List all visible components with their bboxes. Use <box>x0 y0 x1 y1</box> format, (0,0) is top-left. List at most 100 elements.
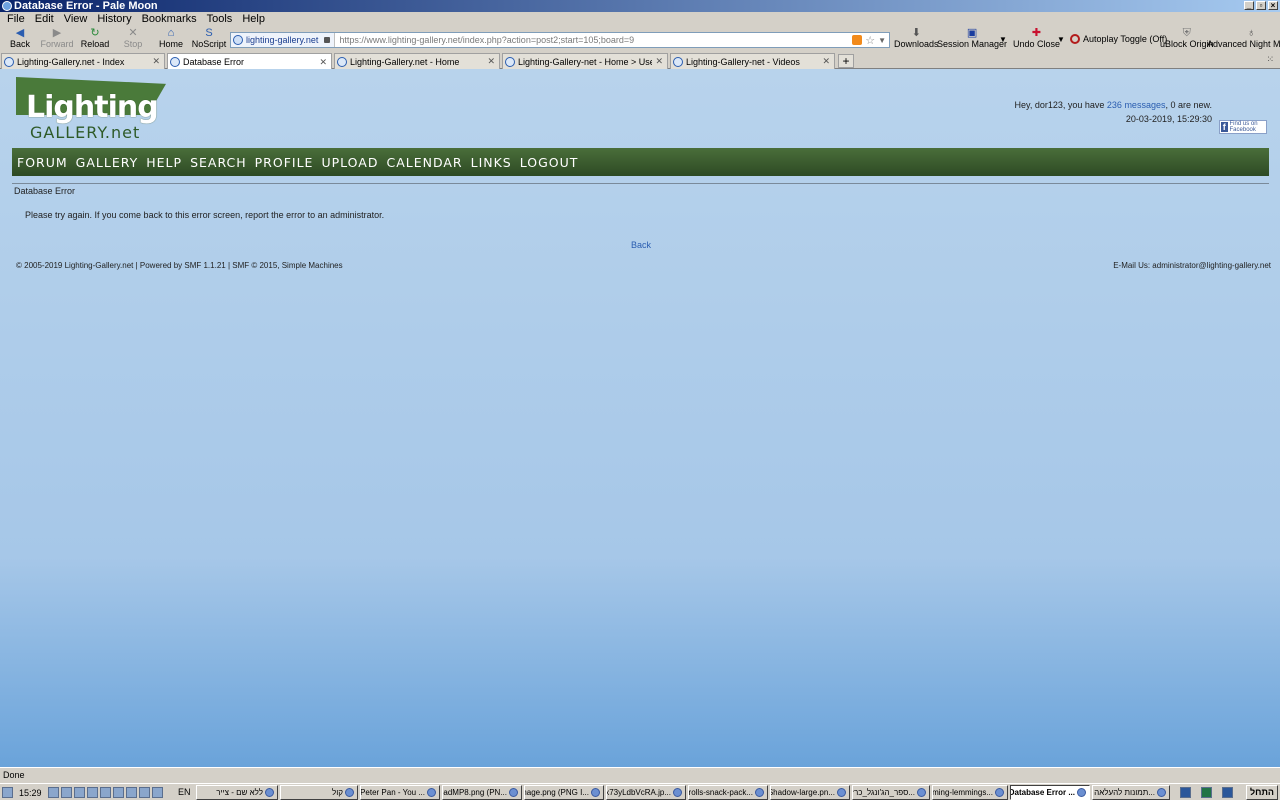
list-all-tabs-icon[interactable]: ⁙ <box>1266 54 1274 65</box>
rss-feed-icon[interactable] <box>852 35 863 45</box>
network-icon[interactable] <box>73 787 85 798</box>
status-bar: Done <box>0 767 1280 783</box>
task-upload-images[interactable]: תמונות להעלאה לא... <box>1092 785 1170 800</box>
task-database-error[interactable]: Database Error ... <box>1010 785 1090 800</box>
page-content: Lighting GALLERY.net Hey, dor123, you ha… <box>0 69 1280 767</box>
nav-profile[interactable]: PROFILE <box>255 155 314 170</box>
close-button[interactable]: × <box>1268 1 1278 10</box>
tab-database-error[interactable]: Database Error ✕ <box>167 53 332 70</box>
minimize-button[interactable]: _ <box>1244 1 1254 10</box>
undo-close-dropdown-icon[interactable]: ▼ <box>1057 35 1065 44</box>
tab-close-icon[interactable]: ✕ <box>487 56 495 67</box>
back-link[interactable]: Back <box>631 240 651 250</box>
url-history-dropdown-icon[interactable]: ▼ <box>878 36 886 45</box>
menu-file[interactable]: File <box>2 12 30 26</box>
nav-forum[interactable]: FORUM <box>17 155 68 170</box>
undo-close-button[interactable]: ✚ Undo Close <box>1013 28 1060 50</box>
sound-icon <box>345 788 354 797</box>
noscript-icon: S <box>205 27 213 39</box>
browser-icon <box>509 788 518 797</box>
word-doc-icon[interactable] <box>1180 787 1191 798</box>
url-input[interactable]: https://www.lighting-gallery.net/index.p… <box>335 35 852 45</box>
display-icon[interactable] <box>99 787 111 798</box>
tab-lg-videos[interactable]: Lighting-Gallery-net - Videos ✕ <box>670 53 835 69</box>
browser-icon <box>673 788 682 797</box>
folder-icon <box>1157 788 1166 797</box>
nav-upload[interactable]: UPLOAD <box>321 155 378 170</box>
tab-bar: Lighting-Gallery.net - Index ✕ Database … <box>0 52 1280 70</box>
bookmark-star-icon[interactable]: ☆ <box>865 34 875 47</box>
reload-button[interactable]: ↻ Reload <box>75 28 115 50</box>
nav-gallery[interactable]: GALLERY <box>76 155 139 170</box>
task-trolls[interactable]: trolls-snack-pack... <box>688 785 768 800</box>
new-tab-button[interactable]: + <box>838 54 854 68</box>
home-button[interactable]: ⌂ Home <box>151 28 191 50</box>
logo-subtitle: GALLERY.net <box>30 123 141 142</box>
tray-app-icon[interactable] <box>138 787 150 798</box>
nav-calendar[interactable]: CALENDAR <box>386 155 462 170</box>
menu-bookmarks[interactable]: Bookmarks <box>137 12 202 26</box>
nav-search[interactable]: SEARCH <box>190 155 247 170</box>
flag-icon[interactable] <box>86 787 98 798</box>
skype-icon[interactable] <box>151 787 163 798</box>
ublock-origin-button[interactable]: ⛨ uBlock Origin <box>1160 28 1214 50</box>
task-peter-pan[interactable]: Peter Pan - You ... <box>360 785 440 800</box>
browser-icon <box>837 788 846 797</box>
task-image-png[interactable]: image.png (PNG I... <box>524 785 604 800</box>
speaker-icon[interactable] <box>60 787 72 798</box>
site-identity-button[interactable]: lighting-gallery.net <box>231 33 336 47</box>
tab-close-icon[interactable]: ✕ <box>655 56 663 67</box>
tab-lg-index[interactable]: Lighting-Gallery.net - Index ✕ <box>1 53 165 69</box>
task-shadow[interactable]: Shadow-large.pn... <box>770 785 850 800</box>
paint-icon <box>265 788 274 797</box>
footer-email[interactable]: E-Mail Us: administrator@lighting-galler… <box>1113 261 1271 270</box>
pale-moon-icon <box>2 1 12 11</box>
session-manager-dropdown-icon[interactable]: ▼ <box>999 35 1007 44</box>
tab-close-icon[interactable]: ✕ <box>319 57 327 68</box>
excel-icon[interactable] <box>1201 787 1212 798</box>
autoplay-toggle-button[interactable]: Autoplay Toggle (Off) <box>1070 34 1167 44</box>
show-desktop-icon[interactable] <box>2 787 13 798</box>
stop-button[interactable]: ✕ Stop <box>113 28 153 50</box>
site-logo[interactable]: Lighting GALLERY.net <box>16 77 166 142</box>
menu-help[interactable]: Help <box>237 12 270 26</box>
status-text: Done <box>3 770 25 780</box>
task-youtube-jpg[interactable]: x73yLdbVcRA.jp... <box>606 785 686 800</box>
task-sound[interactable]: קול <box>280 785 358 800</box>
menu-view[interactable]: View <box>59 12 93 26</box>
language-indicator[interactable]: EN <box>178 787 191 797</box>
word-icon[interactable] <box>1222 787 1233 798</box>
downloads-button[interactable]: ⬇ Downloads <box>894 28 939 50</box>
nav-help[interactable]: HELP <box>146 155 182 170</box>
menu-history[interactable]: History <box>92 12 136 26</box>
tray-app-icon[interactable] <box>112 787 124 798</box>
forward-button[interactable]: ▶ Forward <box>37 28 77 50</box>
back-button[interactable]: ◀ Back <box>0 28 40 50</box>
tab-close-icon[interactable]: ✕ <box>822 56 830 67</box>
task-lemmings[interactable]: gaming-lemmings... <box>932 785 1008 800</box>
volume-icon[interactable] <box>47 787 59 798</box>
url-bar[interactable]: lighting-gallery.net https://www.lightin… <box>230 32 890 48</box>
menu-tools[interactable]: Tools <box>202 12 238 26</box>
facebook-button[interactable]: f Find us on Facebook <box>1219 120 1267 134</box>
night-mode-button[interactable]: ♁ Advanced Night Mode <box>1207 28 1280 50</box>
task-paint[interactable]: ללא שם - צייר <box>196 785 278 800</box>
tab-favicon-icon <box>170 57 180 67</box>
browser-icon <box>427 788 436 797</box>
tray-clock[interactable]: 15:29 <box>15 788 46 798</box>
nav-links[interactable]: LINKS <box>471 155 512 170</box>
restore-button[interactable]: ▫ <box>1256 1 1266 10</box>
tray-app-icon[interactable] <box>125 787 137 798</box>
task-jungle-book[interactable]: ספר_הג'ונגל_כרזה... <box>852 785 930 800</box>
start-button[interactable]: התחל <box>1246 785 1278 800</box>
menu-edit[interactable]: Edit <box>30 12 59 26</box>
messages-link[interactable]: 236 messages <box>1107 100 1166 110</box>
tab-user-galleries[interactable]: Lighting-Gallery-net - Home > User galle… <box>502 53 668 69</box>
task-toad-image[interactable]: ToadMP8.png (PN... <box>442 785 522 800</box>
window-titlebar[interactable]: Database Error - Pale Moon _ ▫ × <box>0 0 1280 12</box>
session-manager-button[interactable]: ▣ Session Manager <box>937 28 1007 50</box>
nav-logout[interactable]: LOGOUT <box>520 155 579 170</box>
tab-lg-home[interactable]: Lighting-Gallery.net - Home ✕ <box>334 53 500 69</box>
noscript-button[interactable]: S NoScript <box>189 28 229 50</box>
tab-close-icon[interactable]: ✕ <box>152 56 160 67</box>
